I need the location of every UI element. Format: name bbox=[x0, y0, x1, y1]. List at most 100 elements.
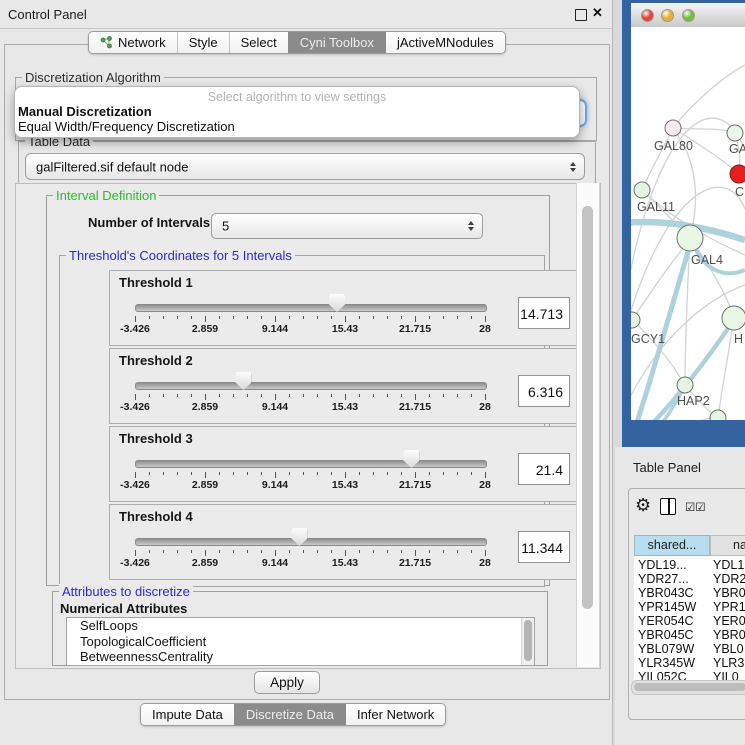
tab-label: Infer Network bbox=[357, 707, 434, 722]
network-canvas[interactable]: GAL80GACGAL11GAL4GCY1HHAP2 bbox=[631, 27, 745, 420]
tab-network[interactable]: Network bbox=[89, 32, 177, 53]
thresholds-group: Threshold's Coordinates for 5 Intervals … bbox=[59, 255, 545, 587]
tick-label: 28 bbox=[455, 479, 515, 491]
tick-mark bbox=[247, 550, 248, 553]
tab-label: Impute Data bbox=[152, 707, 223, 722]
table-row[interactable]: YIL052CYIL0 bbox=[634, 670, 745, 680]
tick-mark bbox=[289, 550, 290, 553]
table-row[interactable]: YDR27...YDR2 bbox=[634, 572, 745, 586]
slider-track[interactable] bbox=[135, 460, 487, 468]
table-row[interactable]: YBR043C YBR0 bbox=[634, 586, 745, 600]
slider-track[interactable] bbox=[135, 538, 487, 546]
minimize-traffic-light-icon[interactable] bbox=[661, 9, 674, 22]
tick-label: 9.144 bbox=[245, 557, 305, 569]
attribute-item-topologicalcoefficient[interactable]: TopologicalCoefficient bbox=[67, 634, 534, 650]
table-row[interactable]: YDL19...YDL1 bbox=[634, 558, 745, 572]
table-horizontal-scrollbar[interactable] bbox=[631, 680, 745, 695]
number-of-intervals-combo[interactable]: 5 bbox=[211, 213, 483, 239]
tick-mark bbox=[261, 550, 262, 553]
cell-shared-name: YBR045C bbox=[638, 628, 694, 642]
tick-label: 2.859 bbox=[175, 557, 235, 569]
column-header-name[interactable]: na bbox=[710, 535, 745, 556]
tick-mark bbox=[373, 394, 374, 397]
zoom-traffic-light-icon[interactable] bbox=[682, 9, 695, 22]
tab-select[interactable]: Select bbox=[229, 32, 288, 53]
scrollbar-thumb[interactable] bbox=[634, 683, 745, 691]
close-window-icon[interactable]: ✕ bbox=[592, 5, 603, 21]
numerical-attributes-list[interactable]: SelfLoopsTopologicalCoefficientBetweenne… bbox=[66, 617, 535, 666]
attribute-item-selfloops[interactable]: SelfLoops bbox=[67, 618, 534, 634]
slider-track[interactable] bbox=[135, 304, 487, 312]
tab-discretize-data[interactable]: Discretize Data bbox=[234, 704, 345, 725]
network-node-gal80[interactable] bbox=[665, 120, 681, 136]
tick-mark bbox=[233, 316, 234, 319]
settings-vertical-scrollbar[interactable] bbox=[576, 183, 600, 667]
threshold-value-field[interactable]: 21.4 bbox=[518, 453, 570, 485]
column-layout-icon[interactable] bbox=[660, 498, 676, 515]
tab-label: Discretize Data bbox=[246, 707, 334, 722]
tick-mark bbox=[261, 472, 262, 475]
threshold-value-field[interactable]: 14.713 bbox=[518, 297, 570, 329]
tab-label: Style bbox=[189, 35, 218, 50]
threshold-value-field[interactable]: 11.344 bbox=[518, 531, 570, 563]
algorithm-option-manual-discretization[interactable]: Manual Discretization bbox=[18, 104, 152, 119]
combo-arrows-icon bbox=[468, 221, 474, 231]
tick-mark bbox=[233, 472, 234, 475]
scrollbar-thumb[interactable] bbox=[582, 206, 593, 609]
table-row[interactable]: YER054CYER0 bbox=[634, 614, 745, 628]
tick-mark bbox=[387, 472, 388, 475]
algorithm-option-equal-width-frequency-discretization[interactable]: Equal Width/Frequency Discretization bbox=[18, 119, 235, 134]
checkbox-pair-icon[interactable]: ☑☑ bbox=[685, 500, 706, 514]
apply-button[interactable]: Apply bbox=[254, 671, 320, 694]
cell-name: YBR0 bbox=[713, 586, 745, 600]
tab-infer-network[interactable]: Infer Network bbox=[345, 704, 445, 725]
network-node-gal4[interactable] bbox=[677, 225, 703, 251]
network-node-ga[interactable] bbox=[727, 125, 743, 141]
network-edge[interactable] bbox=[631, 418, 711, 420]
tick-mark bbox=[485, 316, 486, 322]
table-row[interactable]: YPR145WYPR1 bbox=[634, 600, 745, 614]
tab-style[interactable]: Style bbox=[177, 32, 229, 53]
table-data-combo-value: galFiltered.sif default node bbox=[36, 159, 188, 174]
network-node-gal11[interactable] bbox=[634, 182, 650, 198]
screenshot-root: Control Panel ✕ NetworkStyleSelectCyni T… bbox=[0, 0, 745, 745]
cell-shared-name: YLR345W bbox=[638, 656, 695, 670]
tick-mark bbox=[219, 394, 220, 397]
close-traffic-light-icon[interactable] bbox=[641, 9, 654, 22]
network-node-c[interactable] bbox=[730, 165, 745, 183]
tick-mark bbox=[289, 394, 290, 397]
tick-mark bbox=[373, 550, 374, 553]
tick-mark bbox=[177, 472, 178, 475]
tick-mark bbox=[191, 394, 192, 397]
attributes-group: Attributes to discretize Numerical Attri… bbox=[52, 591, 548, 666]
attribute-item-betweennesscentrality[interactable]: BetweennessCentrality bbox=[67, 649, 534, 665]
threshold-label: Threshold 2 bbox=[119, 353, 193, 368]
table-row[interactable]: YBR045C YBR0 bbox=[634, 628, 745, 642]
cell-name: YIL0 bbox=[713, 670, 739, 680]
network-edge[interactable] bbox=[632, 320, 681, 379]
network-node[interactable] bbox=[710, 410, 726, 420]
tab-cyni-toolbox[interactable]: Cyni Toolbox bbox=[288, 32, 385, 53]
tick-mark bbox=[275, 550, 276, 556]
network-node-h[interactable] bbox=[722, 306, 745, 330]
tick-mark bbox=[331, 472, 332, 475]
cell-name: YBR0 bbox=[713, 628, 745, 642]
threshold-panel-4: Threshold 4-3.4262.8599.14415.4321.71528… bbox=[109, 504, 581, 580]
tick-mark bbox=[415, 316, 416, 322]
column-header-shared-name[interactable]: shared... bbox=[634, 535, 710, 556]
tab-impute-data[interactable]: Impute Data bbox=[141, 704, 234, 725]
float-window-icon[interactable] bbox=[575, 9, 587, 21]
network-node-hap2[interactable] bbox=[677, 377, 693, 393]
list-scrollbar[interactable] bbox=[521, 618, 534, 665]
table-row[interactable]: YLR345WYLR3 bbox=[634, 656, 745, 670]
threshold-value-field[interactable]: 6.316 bbox=[518, 375, 570, 407]
tick-mark bbox=[373, 316, 374, 319]
table-data-combo[interactable]: galFiltered.sif default node bbox=[25, 153, 585, 180]
slider-track[interactable] bbox=[135, 382, 487, 390]
tick-label: 15.43 bbox=[315, 323, 375, 335]
table-row[interactable]: YBL079WYBL0 bbox=[634, 642, 745, 656]
cell-shared-name: YBR043C bbox=[638, 586, 694, 600]
tab-jactivemnodules[interactable]: jActiveMNodules bbox=[385, 32, 505, 53]
gear-icon[interactable]: ⚙ bbox=[635, 495, 651, 516]
network-edge[interactable] bbox=[673, 128, 735, 133]
